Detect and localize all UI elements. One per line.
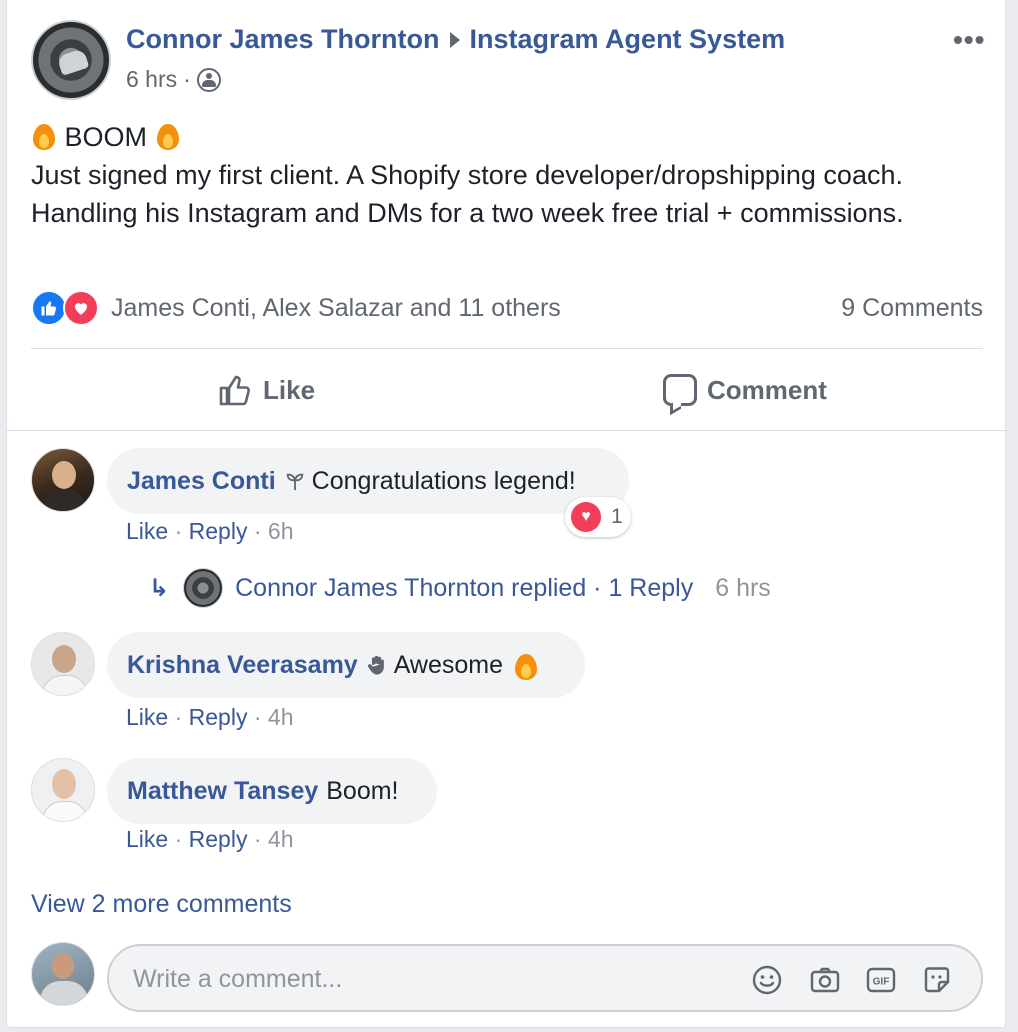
reactions-summary: James Conti, Alex Salazar and 11 others … [31, 288, 983, 328]
comment-reply-link[interactable]: Reply [189, 704, 248, 730]
comment-time[interactable]: 4h [268, 826, 294, 852]
group-audience-icon [196, 67, 221, 92]
comment-time[interactable]: 4h [268, 704, 294, 730]
camera-icon[interactable] [809, 964, 841, 996]
comment-like-link[interactable]: Like [126, 826, 168, 852]
love-reaction-icon [63, 290, 99, 326]
fire-icon [31, 120, 57, 150]
comment-reply-link[interactable]: Reply [189, 518, 248, 544]
waving-hand-icon [367, 655, 384, 675]
dot-separator: · [174, 518, 189, 544]
comment-like-link[interactable]: Like [126, 518, 168, 544]
commenter-avatar[interactable] [31, 448, 95, 512]
divider [31, 348, 983, 349]
post-headline-row: BOOM [31, 118, 931, 156]
love-reaction-icon: ♥ [571, 502, 601, 532]
post-card: Connor James Thornton Instagram Agent Sys… [6, 0, 1007, 1028]
comment-text: Congratulations legend! [311, 466, 576, 495]
comment-bubble: James Conti Congratulations legend! [107, 448, 629, 514]
reactors-text[interactable]: James Conti, Alex Salazar and 11 others [111, 294, 561, 323]
commenter-name[interactable]: James Conti [127, 467, 276, 496]
comment-actions: Like · Reply · 6h [126, 518, 294, 545]
comment-input[interactable] [133, 960, 733, 998]
comment-button[interactable]: Comment [663, 360, 827, 420]
dot-separator: · [253, 704, 268, 730]
post-header: Connor James Thornton Instagram Agent Sys… [7, 0, 1007, 110]
dot-separator: · [174, 704, 189, 730]
group-name[interactable]: Instagram Agent System [470, 24, 786, 54]
comments-count[interactable]: 9 Comments [841, 294, 983, 323]
replier-avatar [183, 568, 224, 608]
gif-icon[interactable]: GIF [865, 964, 897, 996]
comment-reply-link[interactable]: Reply [189, 826, 248, 852]
comment-actions: Like · Reply · 4h [126, 704, 294, 731]
fire-icon [513, 650, 539, 680]
section-divider [7, 430, 1007, 431]
sprout-icon [286, 473, 303, 491]
author-name[interactable]: Connor James Thornton [126, 24, 440, 54]
more-options-icon[interactable]: ••• [953, 24, 985, 56]
thumbs-up-icon [219, 375, 250, 406]
replies-summary-text[interactable]: Connor James Thornton replied · 1 Reply [235, 574, 693, 603]
post-headline: BOOM [64, 122, 148, 152]
comment-text: Boom! [326, 776, 399, 805]
like-button-label: Like [263, 374, 316, 405]
like-button[interactable]: Like [217, 360, 315, 420]
fire-icon [155, 120, 181, 150]
comment-actions: Like · Reply · 4h [126, 826, 294, 853]
post-time[interactable]: 6 hrs [126, 66, 177, 93]
reaction-icons[interactable] [31, 290, 111, 328]
comment-reaction-badge[interactable]: ♥ 1 [565, 497, 631, 537]
reply-arrow-icon: ↳ [149, 574, 170, 602]
dot-separator: · [174, 826, 189, 852]
comment-composer: GIF [107, 944, 983, 1012]
dot-separator: · [253, 518, 268, 544]
view-more-comments-link[interactable]: View 2 more comments [31, 890, 292, 919]
dot-separator: · [253, 826, 268, 852]
sticker-icon[interactable] [921, 964, 953, 996]
replies-summary[interactable]: ↳ Connor James Thornton replied · 1 Repl… [149, 568, 771, 608]
author-line: Connor James Thornton Instagram Agent Sys… [126, 24, 785, 55]
post-meta: 6 hrs · [126, 66, 221, 93]
current-user-avatar[interactable] [31, 942, 95, 1006]
commenter-avatar[interactable] [31, 632, 95, 696]
comment-bubble: Krishna Veerasamy Awesome [107, 632, 585, 698]
svg-text:GIF: GIF [873, 977, 890, 988]
post-body: Just signed my first client. A Shopify s… [31, 160, 904, 228]
comment-text: Awesome [393, 650, 504, 679]
commenter-name[interactable]: Matthew Tansey [127, 777, 318, 806]
author-avatar[interactable] [31, 20, 111, 100]
like-reaction-icon [31, 290, 67, 326]
comment-button-label: Comment [707, 374, 827, 405]
comment-time[interactable]: 6h [268, 518, 294, 544]
commenter-avatar[interactable] [31, 758, 95, 822]
replies-time: 6 hrs [715, 573, 771, 602]
emoji-icon[interactable] [751, 964, 783, 996]
post-text: BOOM Just signed my first client. A Shop… [31, 118, 931, 232]
comment-bubble: Matthew Tansey Boom! [107, 758, 437, 824]
comment-bubble-icon [663, 374, 697, 406]
comment-reaction-count: 1 [611, 505, 623, 528]
meta-separator: · [183, 66, 191, 92]
triangle-right-icon [449, 31, 460, 48]
comment-like-link[interactable]: Like [126, 704, 168, 730]
commenter-name[interactable]: Krishna Veerasamy [127, 651, 358, 680]
